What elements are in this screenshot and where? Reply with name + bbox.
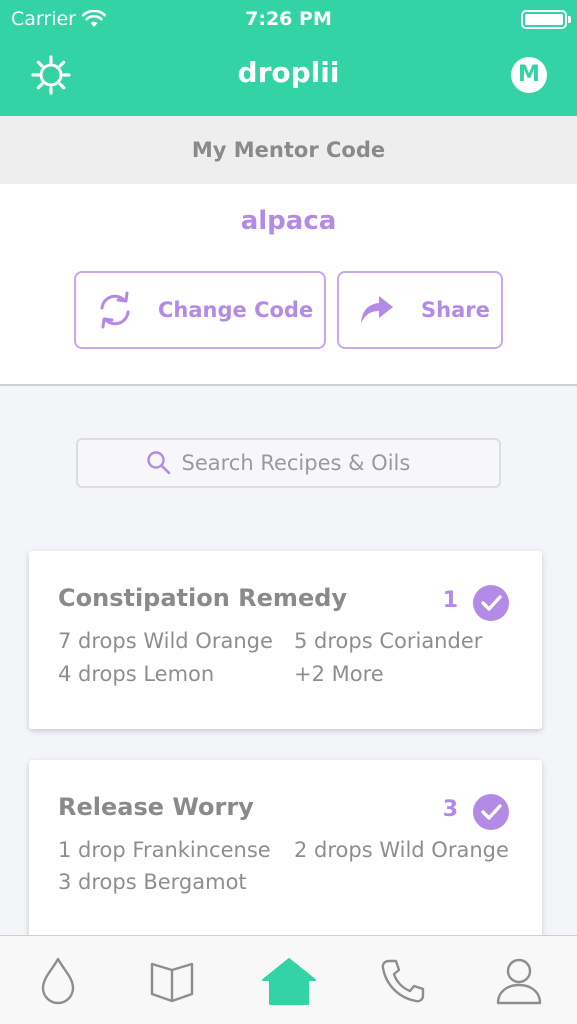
mentor-code-panel: alpaca Change Code Share (0, 184, 577, 386)
tab-bar (0, 935, 577, 1024)
search-input[interactable] (181, 451, 432, 475)
checkmark-icon[interactable] (473, 794, 509, 830)
top-header: Carrier 7:26 PM droplii M (0, 0, 577, 116)
tab-library[interactable] (141, 950, 203, 1012)
change-code-label: Change Code (158, 298, 314, 322)
nav-bar: droplii M (0, 38, 577, 116)
recipe-ingredient: 4 drops Lemon (58, 662, 215, 686)
profile-badge-button[interactable]: M (511, 57, 547, 93)
drop-icon (41, 957, 75, 1005)
share-button[interactable]: Share (337, 271, 503, 349)
recipe-title: Constipation Remedy (58, 584, 348, 612)
phone-icon (381, 959, 425, 1003)
recipe-count: 3 (442, 797, 458, 822)
recipe-more-count: +2 More (294, 662, 384, 686)
status-bar: Carrier 7:26 PM (0, 0, 577, 38)
user-icon (496, 958, 542, 1005)
recipe-title: Release Worry (58, 793, 254, 821)
search-icon (146, 451, 170, 475)
status-time: 7:26 PM (245, 8, 332, 30)
recipe-count: 1 (442, 588, 458, 613)
home-icon (262, 958, 316, 1005)
tab-drops[interactable] (27, 950, 89, 1012)
recipe-ingredient: 3 drops Bergamot (58, 870, 247, 894)
share-label: Share (421, 298, 490, 322)
checkmark-icon[interactable] (473, 585, 509, 621)
recipe-card[interactable]: Release Worry 3 1 drop Frankincense 2 dr… (29, 760, 542, 950)
recipe-ingredient: 2 drops Wild Orange (294, 838, 509, 862)
book-icon (150, 962, 194, 1003)
share-arrow-icon (361, 296, 393, 323)
tab-home[interactable] (258, 950, 320, 1012)
tab-contact[interactable] (372, 950, 434, 1012)
app-title: droplii (237, 56, 340, 89)
recipe-card[interactable]: Constipation Remedy 1 7 drops Wild Orang… (29, 551, 542, 729)
refresh-icon (100, 291, 130, 329)
recipe-ingredient: 1 drop Frankincense (58, 838, 271, 862)
mentor-code-header: My Mentor Code (0, 116, 577, 184)
search-bar[interactable] (76, 438, 501, 488)
tab-profile[interactable] (488, 950, 550, 1012)
battery-icon (521, 10, 571, 29)
recipe-ingredient: 7 drops Wild Orange (58, 629, 273, 653)
recipe-ingredient: 5 drops Coriander (294, 629, 483, 653)
mentor-code-value: alpaca (240, 206, 337, 236)
change-code-button[interactable]: Change Code (74, 271, 326, 349)
